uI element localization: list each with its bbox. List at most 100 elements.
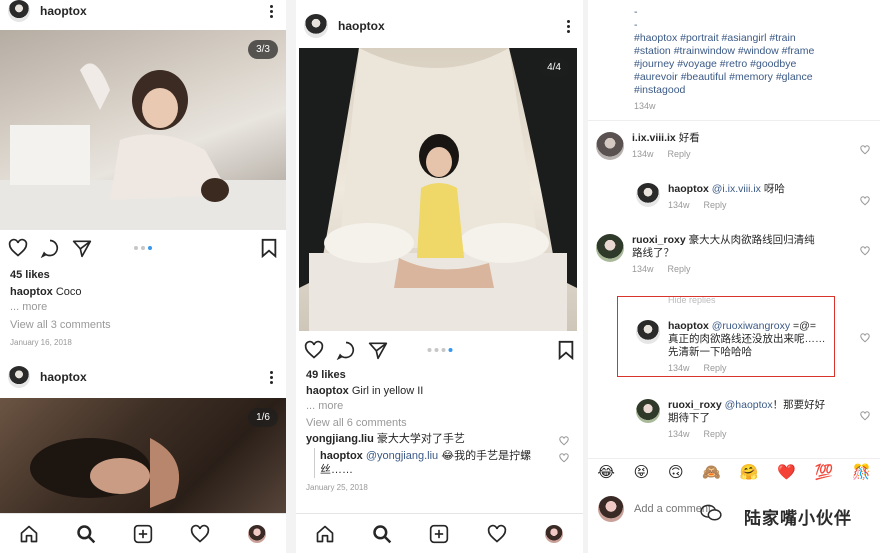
search-icon[interactable] bbox=[73, 521, 99, 547]
comment-username[interactable]: haoptox bbox=[668, 183, 709, 195]
comment-like-icon[interactable] bbox=[860, 243, 870, 261]
reply-text-cont: 丝…… bbox=[320, 464, 353, 476]
photo-scene bbox=[0, 63, 286, 230]
reply-username[interactable]: haoptox bbox=[320, 450, 363, 462]
bottom-navigation bbox=[0, 513, 286, 553]
user-avatar[interactable] bbox=[304, 14, 328, 38]
comment-text: 豪大大学对了手艺 bbox=[376, 433, 465, 445]
comment-text-cont: 期待下了 bbox=[668, 412, 710, 424]
post-photo[interactable]: 3/3 bbox=[0, 30, 286, 230]
photo-scene bbox=[30, 438, 180, 508]
comment-text-cont: 路线了？ bbox=[632, 247, 674, 259]
carousel-counter: 4/4 bbox=[539, 58, 569, 77]
comment-time: 134w bbox=[632, 149, 654, 159]
comment-like-icon[interactable] bbox=[559, 433, 569, 451]
post-photo[interactable]: 4/4 bbox=[299, 48, 577, 331]
emoji-see-no-evil[interactable]: 🙈 bbox=[702, 463, 721, 483]
comment-mention[interactable]: @i.ix.viii.ix bbox=[712, 183, 761, 195]
post-username[interactable]: haoptox bbox=[40, 4, 264, 18]
view-comments-link[interactable]: View all 3 comments bbox=[10, 318, 111, 332]
comment-username[interactable]: ruoxi_roxy bbox=[632, 234, 686, 246]
comment-like-icon[interactable] bbox=[559, 450, 569, 468]
comment-time: 134w bbox=[668, 200, 690, 210]
reply-mention[interactable]: @yongjiang.liu bbox=[366, 450, 438, 462]
comment-username[interactable]: yongjiang.liu bbox=[306, 433, 374, 445]
more-options-icon[interactable] bbox=[264, 2, 278, 20]
caption-hashtags[interactable]: - - #haoptox #portrait #asiangirl #train… bbox=[634, 6, 868, 97]
commenter-avatar[interactable] bbox=[596, 132, 624, 160]
comment-time: 134w bbox=[668, 429, 690, 439]
carousel-dots bbox=[427, 348, 452, 352]
new-post-icon[interactable] bbox=[130, 521, 156, 547]
watermark-text: 陆家嘴小伙伴 bbox=[744, 509, 852, 528]
post-username[interactable]: haoptox bbox=[40, 370, 264, 384]
commenter-avatar[interactable] bbox=[596, 234, 624, 262]
caption-username[interactable]: haoptox bbox=[10, 286, 53, 298]
emoji-hundred[interactable]: 💯 bbox=[815, 463, 834, 483]
profile-avatar[interactable] bbox=[244, 521, 270, 547]
activity-heart-icon[interactable] bbox=[187, 521, 213, 547]
comment-icon[interactable] bbox=[336, 340, 356, 360]
reply-button[interactable]: Reply bbox=[704, 200, 727, 210]
post-photo[interactable]: 1/6 bbox=[0, 398, 286, 513]
current-user-avatar bbox=[598, 496, 624, 522]
share-direct-icon[interactable] bbox=[368, 340, 388, 360]
emoji-tongue-face[interactable]: 😝 bbox=[634, 463, 650, 483]
like-heart-icon[interactable] bbox=[304, 340, 324, 360]
caption-more-link[interactable]: ... more bbox=[10, 300, 47, 314]
commenter-avatar[interactable] bbox=[636, 399, 660, 423]
user-avatar[interactable] bbox=[8, 0, 30, 22]
reply-item: ruoxi_roxy @haoptox！那要好好 期待下了 134w Reply bbox=[636, 399, 825, 441]
reply-text: 😂我的手艺是拧螺 bbox=[441, 450, 532, 462]
post-username[interactable]: haoptox bbox=[338, 19, 561, 33]
wechat-logo-icon bbox=[700, 504, 722, 521]
bookmark-icon[interactable] bbox=[260, 238, 278, 258]
comment-text: 呀哈 bbox=[763, 183, 785, 195]
emoji-upside-down[interactable]: 🙃 bbox=[668, 463, 684, 483]
reply-button[interactable]: Reply bbox=[668, 149, 691, 159]
comment-mention[interactable]: @haoptox bbox=[725, 399, 773, 411]
emoji-hugging[interactable]: 🤗 bbox=[740, 463, 759, 483]
comment-like-icon[interactable] bbox=[860, 193, 870, 211]
emoji-red-heart[interactable]: ❤️ bbox=[777, 463, 796, 483]
caption-username[interactable]: haoptox bbox=[306, 385, 349, 397]
comment-time: 134w bbox=[632, 264, 654, 274]
likes-count[interactable]: 49 likes bbox=[306, 368, 346, 382]
more-options-icon[interactable] bbox=[264, 368, 278, 386]
comment-username[interactable]: ruoxi_roxy bbox=[668, 399, 722, 411]
search-icon[interactable] bbox=[369, 521, 395, 547]
caption-more-link[interactable]: ... more bbox=[306, 399, 343, 413]
share-direct-icon[interactable] bbox=[72, 238, 92, 258]
comment-text: 豪大大从肉欲路线回归清纯 bbox=[688, 234, 815, 246]
home-icon[interactable] bbox=[312, 521, 338, 547]
comment-like-icon[interactable] bbox=[860, 330, 870, 348]
bookmark-icon[interactable] bbox=[557, 340, 575, 360]
activity-heart-icon[interactable] bbox=[484, 521, 510, 547]
view-comments-link[interactable]: View all 6 comments bbox=[306, 416, 407, 430]
post-header: haoptox bbox=[8, 366, 278, 388]
comment-like-icon[interactable] bbox=[860, 408, 870, 426]
profile-avatar[interactable] bbox=[541, 521, 567, 547]
post-header: haoptox bbox=[304, 14, 575, 38]
reply-button[interactable]: Reply bbox=[704, 429, 727, 439]
post-date: January 25, 2018 bbox=[306, 483, 368, 492]
caption: haoptox Girl in yellow II bbox=[306, 384, 423, 398]
caption: haoptox Coco bbox=[10, 285, 82, 299]
comment-icon[interactable] bbox=[40, 238, 60, 258]
comment-like-icon[interactable] bbox=[860, 142, 870, 160]
comment-username[interactable]: i.ix.viii.ix bbox=[632, 132, 676, 144]
caption-time: 134w bbox=[634, 101, 656, 111]
emoji-tears-of-joy[interactable]: 😂 bbox=[597, 463, 615, 483]
more-options-icon[interactable] bbox=[561, 17, 575, 35]
emoji-quick-bar: 😂 😝 🙃 🙈 🤗 ❤️ 💯 🎊 bbox=[588, 458, 880, 486]
like-heart-icon[interactable] bbox=[8, 238, 28, 258]
home-icon[interactable] bbox=[16, 521, 42, 547]
reply-button[interactable]: Reply bbox=[668, 264, 691, 274]
new-post-icon[interactable] bbox=[426, 521, 452, 547]
emoji-confetti[interactable]: 🎊 bbox=[852, 463, 871, 483]
user-avatar[interactable] bbox=[8, 366, 30, 388]
comment-item: i.ix.viii.ix 好看 134w Reply bbox=[596, 132, 700, 161]
likes-count[interactable]: 45 likes bbox=[10, 268, 50, 282]
post-header: haoptox bbox=[8, 0, 278, 22]
commenter-avatar[interactable] bbox=[636, 183, 660, 207]
